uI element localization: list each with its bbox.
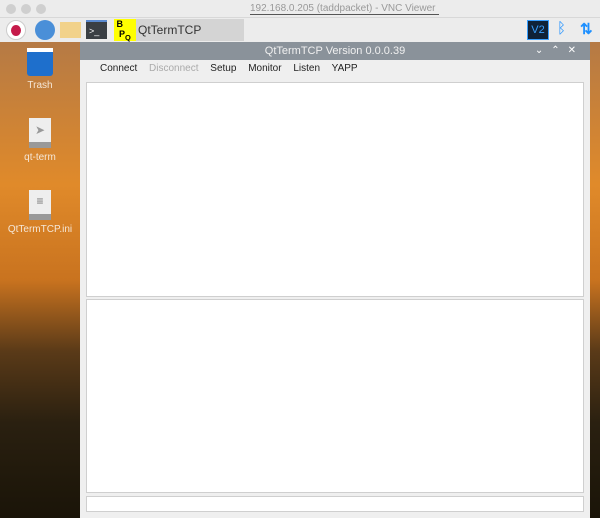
- executable-icon: ➤: [29, 118, 51, 148]
- menu-connect[interactable]: Connect: [100, 63, 137, 74]
- bluetooth-icon[interactable]: ᛒ: [557, 20, 566, 40]
- taskbar: >_ B PQ QtTermTCP Version 0... V2 ᛒ ⇅: [0, 18, 600, 59]
- desktop-icon-label: Trash: [27, 80, 53, 91]
- window-title: QtTermTCP Version 0.0.0.39: [264, 45, 406, 57]
- menu-setup[interactable]: Setup: [210, 63, 236, 74]
- monitor-output-pane[interactable]: [86, 299, 584, 493]
- desktop-icon-qt-term[interactable]: ➤ qt-term: [0, 118, 80, 163]
- trash-icon: [27, 48, 53, 76]
- text-file-icon: ≡: [29, 190, 51, 220]
- qttermtcp-window: QtTermTCP Version 0.0.0.39 ⌄⌃✕ Connect D…: [80, 42, 590, 518]
- menu-listen[interactable]: Listen: [293, 63, 320, 74]
- window-title-bar[interactable]: QtTermTCP Version 0.0.0.39 ⌄⌃✕: [80, 42, 590, 60]
- menu-bar: Connect Disconnect Setup Monitor Listen …: [80, 60, 590, 78]
- desktop-icon-label: QtTermTCP.ini: [7, 224, 73, 235]
- desktop-icon-label: qt-term: [24, 152, 56, 163]
- minimize-icon[interactable]: ⌄: [535, 45, 551, 56]
- menu-disconnect: Disconnect: [149, 63, 199, 74]
- taskbar-item-qttermtcp[interactable]: B PQ QtTermTCP Version 0...: [114, 19, 244, 59]
- browser-globe-icon[interactable]: [35, 20, 55, 40]
- bpq-logo-icon: B PQ: [114, 19, 136, 42]
- vnc-title: 192.168.0.205 (taddpacket) - VNC Viewer: [250, 3, 440, 15]
- network-icon[interactable]: ⇅: [580, 20, 593, 40]
- maximize-icon[interactable]: ⌃: [551, 45, 567, 56]
- menu-yapp[interactable]: YAPP: [332, 63, 358, 74]
- command-input[interactable]: [86, 496, 584, 512]
- desktop-icon-trash[interactable]: Trash: [0, 48, 80, 91]
- vnc-server-icon[interactable]: V2: [527, 20, 549, 40]
- close-icon[interactable]: ✕: [568, 45, 584, 56]
- desktop-icon-qttermtcp-ini[interactable]: ≡ QtTermTCP.ini: [0, 190, 80, 235]
- file-manager-folder-icon[interactable]: [60, 22, 81, 38]
- zoom-window-button[interactable]: [36, 4, 46, 14]
- close-window-button[interactable]: [6, 4, 16, 14]
- terminal-icon[interactable]: >_: [86, 20, 107, 39]
- minimize-window-button[interactable]: [21, 4, 31, 14]
- terminal-output-pane[interactable]: [86, 82, 584, 297]
- menu-monitor[interactable]: Monitor: [248, 63, 281, 74]
- vnc-title-bar: 192.168.0.205 (taddpacket) - VNC Viewer: [0, 0, 600, 18]
- raspberry-menu-icon[interactable]: [6, 20, 26, 40]
